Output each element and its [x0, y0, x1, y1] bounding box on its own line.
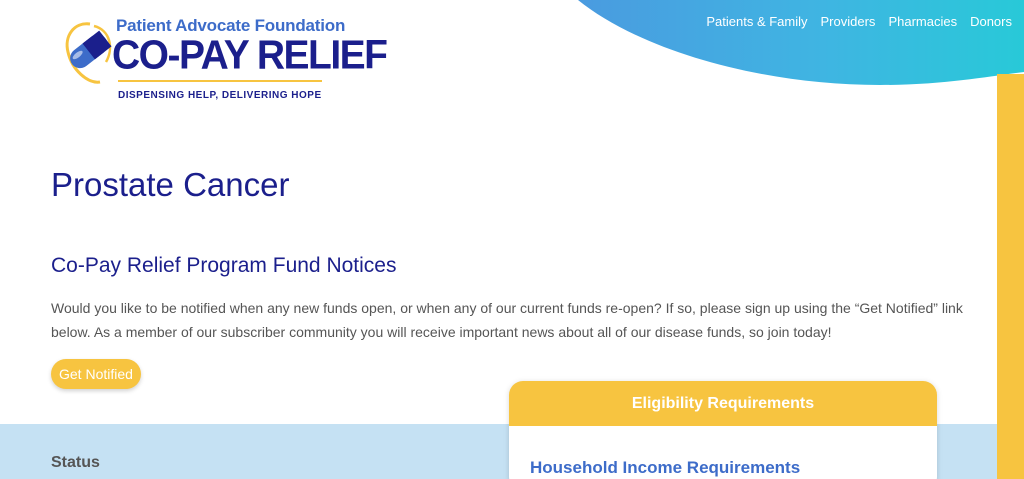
logo-product-name: CO-PAY RELIEF: [112, 32, 388, 79]
get-notified-button[interactable]: Get Notified: [51, 359, 141, 389]
logo-divider: [118, 80, 322, 82]
main-navigation: Patients & Family Providers Pharmacies D…: [706, 14, 1012, 29]
nav-providers[interactable]: Providers: [821, 14, 876, 29]
status-label: Status: [51, 454, 100, 471]
fund-notices-text: Would you like to be notified when any n…: [51, 300, 963, 340]
logo-tagline: DISPENSING HELP, DELIVERING HOPE: [118, 90, 322, 101]
nav-donors[interactable]: Donors: [970, 14, 1012, 29]
nav-patients-family[interactable]: Patients & Family: [706, 14, 807, 29]
right-accent-bar: [997, 74, 1024, 479]
site-logo[interactable]: Patient Advocate Foundation CO-PAY RELIE…: [60, 14, 388, 106]
fund-notices-heading: Co-Pay Relief Program Fund Notices: [51, 254, 397, 277]
eligibility-card: Eligibility Requirements Household Incom…: [509, 381, 937, 479]
eligibility-heading: Eligibility Requirements: [509, 381, 937, 426]
page-title: Prostate Cancer: [51, 166, 290, 203]
pill-capsule-icon: [65, 22, 112, 84]
household-income-heading: Household Income Requirements: [530, 458, 801, 477]
nav-pharmacies[interactable]: Pharmacies: [888, 14, 957, 29]
